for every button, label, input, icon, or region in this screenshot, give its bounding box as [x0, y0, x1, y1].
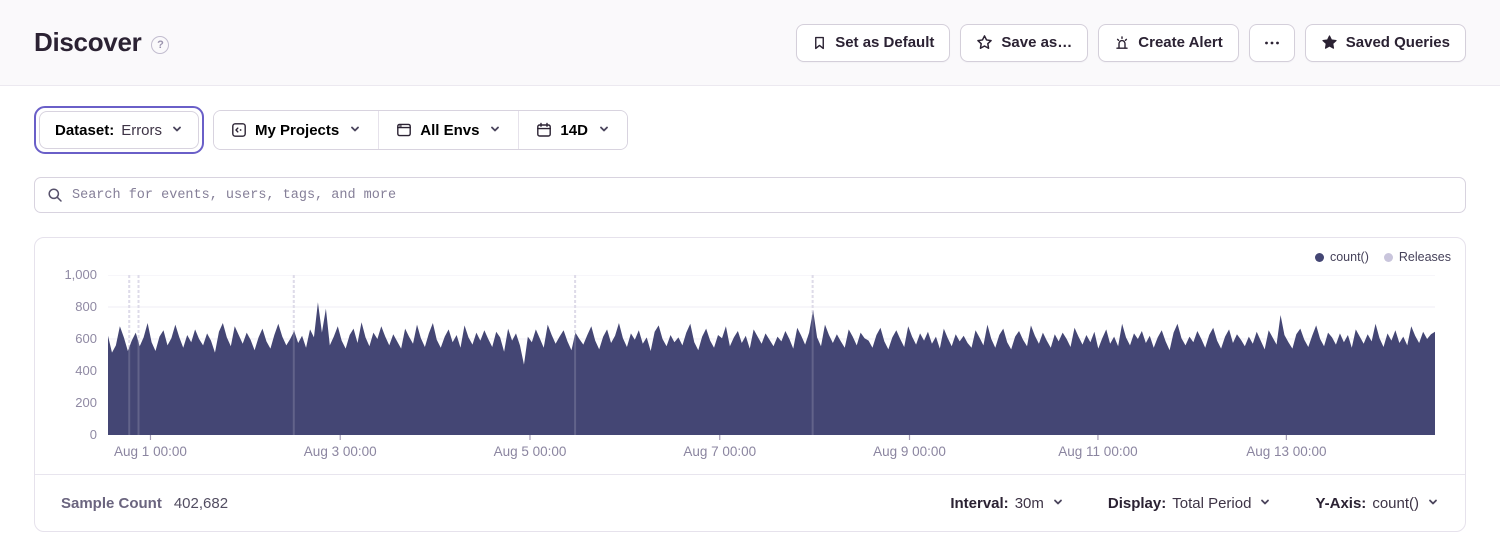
legend-label: count(): [1330, 250, 1369, 264]
y-tick-label: 1,000: [37, 266, 97, 283]
y-tick-label: 0: [37, 426, 97, 443]
y-tick-label: 200: [37, 394, 97, 411]
display-dropdown[interactable]: Display: Total Period: [1108, 495, 1272, 512]
project-filter-label: My Projects: [255, 122, 339, 139]
project-filter-dropdown[interactable]: My Projects: [214, 111, 378, 149]
x-tick-label: Aug 5 00:00: [494, 444, 567, 459]
chevron-down-icon: [349, 122, 361, 139]
help-icon[interactable]: ?: [151, 36, 169, 54]
chevron-down-icon: [171, 122, 183, 139]
x-tick-label: Aug 13 00:00: [1246, 444, 1326, 459]
date-range-dropdown[interactable]: 14D: [519, 111, 627, 149]
saved-queries-label: Saved Queries: [1346, 34, 1450, 51]
chevron-down-icon: [489, 122, 501, 139]
create-alert-button[interactable]: Create Alert: [1098, 24, 1238, 62]
save-as-button[interactable]: Save as…: [960, 24, 1088, 62]
bookmark-icon: [812, 35, 827, 51]
chevron-down-icon: [1052, 495, 1064, 512]
y-tick-label: 400: [37, 362, 97, 379]
chevron-down-icon: [1259, 495, 1271, 512]
interval-value: 30m: [1015, 495, 1044, 512]
interval-dropdown[interactable]: Interval: 30m: [950, 495, 1064, 512]
count-area-series[interactable]: [108, 302, 1435, 435]
projects-icon: [231, 122, 247, 138]
chevron-down-icon: [1427, 495, 1439, 512]
y-tick-label: 800: [37, 298, 97, 315]
y-tick-label: 600: [37, 330, 97, 347]
yaxis-label: Y-Axis:: [1315, 495, 1366, 512]
events-chart-panel: count() Releases 0 200 400 600 800 1,000 Aug 1…: [34, 237, 1466, 532]
dataset-highlight-outline: Dataset: Errors: [34, 106, 204, 154]
sample-count: Sample Count 402,682: [61, 495, 228, 512]
yaxis-dropdown[interactable]: Y-Axis: count(): [1315, 495, 1439, 512]
chevron-down-icon: [598, 122, 610, 139]
chart-plot[interactable]: [108, 275, 1435, 441]
legend-label: Releases: [1399, 250, 1451, 264]
display-value: Total Period: [1172, 495, 1251, 512]
search-bar: [34, 177, 1466, 213]
page-title: Discover: [34, 27, 141, 58]
siren-icon: [1114, 35, 1130, 51]
legend-dot: [1384, 253, 1393, 262]
x-axis: Aug 1 00:00 Aug 3 00:00 Aug 5 00:00 Aug 7 0…: [108, 444, 1435, 464]
filter-bar: Dataset: Errors My Projects: [34, 106, 1466, 154]
search-input[interactable]: [72, 178, 1453, 212]
sample-count-value: 402,682: [174, 495, 228, 512]
x-tick-label: Aug 9 00:00: [873, 444, 946, 459]
star-outline-icon: [976, 34, 993, 51]
environment-filter-dropdown[interactable]: All Envs: [379, 111, 518, 149]
legend-item[interactable]: Releases: [1384, 250, 1451, 264]
dataset-value: Errors: [121, 122, 162, 139]
ellipsis-icon: [1263, 35, 1281, 51]
sample-count-label: Sample Count: [61, 495, 162, 512]
set-as-default-button[interactable]: Set as Default: [796, 24, 950, 62]
legend-dot: [1315, 253, 1324, 262]
x-tick-label: Aug 1 00:00: [114, 444, 187, 459]
calendar-icon: [536, 122, 552, 138]
dataset-label: Dataset:: [55, 122, 114, 139]
date-range-label: 14D: [560, 122, 588, 139]
search-icon: [47, 187, 63, 203]
dataset-dropdown[interactable]: Dataset: Errors: [39, 111, 199, 149]
x-tick-label: Aug 11 00:00: [1058, 444, 1137, 459]
page-header: Discover ? Set as Default Save as… Creat…: [0, 0, 1500, 86]
more-options-button[interactable]: [1249, 24, 1295, 62]
page-filter-group: My Projects All Envs 14D: [213, 110, 628, 150]
environment-filter-label: All Envs: [420, 122, 479, 139]
x-tick-label: Aug 3 00:00: [304, 444, 377, 459]
star-filled-icon: [1321, 34, 1338, 51]
chart-legend: count() Releases: [1315, 250, 1451, 264]
interval-label: Interval:: [950, 495, 1008, 512]
yaxis-value: count(): [1372, 495, 1419, 512]
save-as-label: Save as…: [1001, 34, 1072, 51]
chart-footer: Sample Count 402,682 Interval: 30m Displ…: [35, 474, 1465, 531]
window-icon: [396, 122, 412, 138]
header-actions: Set as Default Save as… Create Alert Sav…: [796, 24, 1466, 62]
set-as-default-label: Set as Default: [835, 34, 934, 51]
legend-item[interactable]: count(): [1315, 250, 1369, 264]
y-axis: 0 200 400 600 800 1,000: [35, 238, 101, 474]
chart-area[interactable]: count() Releases 0 200 400 600 800 1,000 Aug 1…: [35, 238, 1465, 474]
display-label: Display:: [1108, 495, 1166, 512]
saved-queries-button[interactable]: Saved Queries: [1305, 24, 1466, 62]
x-tick-label: Aug 7 00:00: [683, 444, 756, 459]
create-alert-label: Create Alert: [1138, 34, 1222, 51]
